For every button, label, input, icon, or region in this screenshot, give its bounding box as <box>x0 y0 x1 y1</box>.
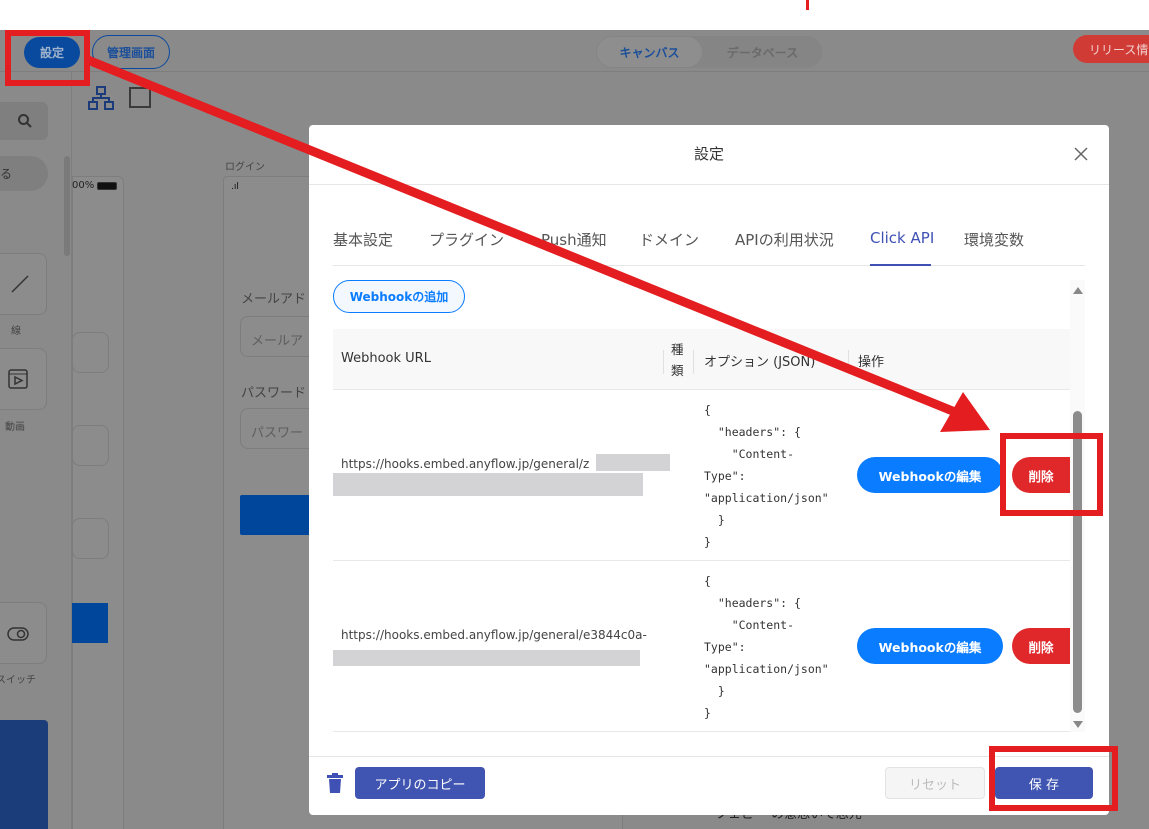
search-box[interactable] <box>0 102 48 140</box>
sidebar-item-switch-label: スイッチ <box>0 675 36 686</box>
webhook-options-json: { "headers": { "Content- Type": "applica… <box>704 574 829 720</box>
template-thumbnail[interactable] <box>0 720 48 829</box>
save-button[interactable]: 保 存 <box>995 767 1093 799</box>
password-label: パスワード <box>241 386 307 401</box>
top-marker <box>806 0 809 10</box>
signal-icon: .ıl <box>231 182 239 192</box>
delete-webhook-button[interactable]: 削除 <box>1012 628 1070 664</box>
input-placeholder-box <box>72 332 109 373</box>
trash-icon[interactable] <box>327 773 343 793</box>
tab-env-vars[interactable]: 環境変数 <box>964 229 1024 250</box>
row-divider <box>333 731 1070 732</box>
email-placeholder: メールア <box>251 334 304 349</box>
frame-icon[interactable] <box>129 87 151 108</box>
row-divider <box>333 560 1070 561</box>
tab-plugin[interactable]: プラグイン <box>429 229 504 250</box>
sidebar-item-line-label: 線 <box>11 326 21 337</box>
tab-basic[interactable]: 基本設定 <box>333 229 393 250</box>
webhook-url: https://hooks.embed.anyflow.jp/general/e… <box>341 628 647 642</box>
redacted-url <box>596 454 670 471</box>
header-type: 種類 <box>671 342 684 378</box>
header-actions: 操作 <box>858 355 885 370</box>
redacted-url <box>333 650 640 666</box>
scroll-up-arrow[interactable] <box>1073 287 1083 294</box>
tab-canvas[interactable]: キャンバス <box>597 37 702 67</box>
header-bar <box>0 30 1149 72</box>
battery-icon <box>97 182 117 190</box>
edit-webhook-button[interactable]: Webhookの編集 <box>857 457 1003 493</box>
password-placeholder: パスワー <box>251 426 304 441</box>
video-icon <box>8 369 28 389</box>
settings-modal: 設定 基本設定 プラグイン Push通知 ドメイン APIの利用状況 Click… <box>309 125 1109 815</box>
add-webhook-button[interactable]: Webhookの追加 <box>333 280 465 313</box>
tabs-divider <box>333 265 1085 266</box>
email-label: メールアド <box>241 292 307 307</box>
input-placeholder-box <box>72 425 109 466</box>
screen-label: ログイン <box>225 162 265 173</box>
tab-api-usage[interactable]: APIの利用状況 <box>735 229 834 250</box>
sidebar-item-switch[interactable] <box>0 602 47 664</box>
sidebar-item-video[interactable] <box>0 348 47 410</box>
sidebar-chip[interactable]: る <box>0 156 48 191</box>
copy-app-button[interactable]: アプリのコピー <box>355 767 485 799</box>
table-header <box>333 329 1070 390</box>
reset-button[interactable]: リセット <box>885 767 985 799</box>
header-options: オプション (JSON) <box>704 355 816 370</box>
redacted-url <box>333 473 643 496</box>
webhook-url: https://hooks.embed.anyflow.jp/general/z <box>341 457 590 471</box>
input-placeholder-box <box>72 518 109 559</box>
sidebar-scrollbar[interactable] <box>64 156 70 256</box>
screen-frame-left <box>72 176 124 829</box>
column-divider <box>693 350 694 374</box>
footer-divider <box>309 756 1109 757</box>
search-icon <box>18 114 32 128</box>
tab-database[interactable]: データベース <box>705 37 820 67</box>
tab-domain[interactable]: ドメイン <box>639 229 699 250</box>
modal-title: 設定 <box>693 145 724 163</box>
line-icon <box>11 275 29 293</box>
tab-click-api[interactable]: Click API <box>870 229 934 247</box>
release-info-button[interactable]: リリース情報 <box>1073 35 1149 63</box>
header-webhook-url: Webhook URL <box>341 351 431 366</box>
toggle-icon <box>7 627 29 641</box>
edit-webhook-button[interactable]: Webhookの編集 <box>857 628 1003 664</box>
admin-button[interactable]: 管理画面 <box>92 35 170 69</box>
column-divider <box>663 350 664 374</box>
delete-webhook-button[interactable]: 削除 <box>1012 457 1070 493</box>
scroll-down-arrow[interactable] <box>1073 721 1083 728</box>
primary-button-bg <box>72 603 108 643</box>
close-icon[interactable] <box>1074 147 1088 161</box>
webhook-options-json: { "headers": { "Content- Type": "applica… <box>704 403 829 549</box>
sidebar-item-line[interactable] <box>0 253 47 315</box>
active-tab-indicator <box>870 264 931 266</box>
battery-text: 00% <box>72 180 95 191</box>
settings-button[interactable]: 設定 <box>24 37 80 68</box>
tab-push[interactable]: Push通知 <box>541 229 607 250</box>
scrollbar-thumb[interactable] <box>1073 411 1082 713</box>
column-divider <box>848 350 849 374</box>
sitemap-icon[interactable] <box>88 85 114 111</box>
sidebar-item-video-label: 動画 <box>5 422 25 433</box>
modal-header-divider <box>309 184 1109 185</box>
